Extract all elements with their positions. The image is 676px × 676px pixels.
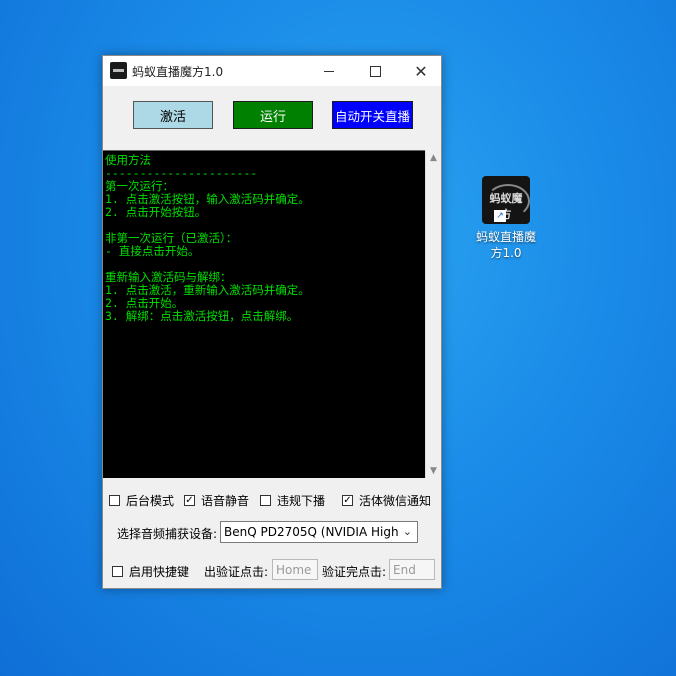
start-key-label: 出验证点击:	[204, 565, 269, 579]
desktop-icon-label: 蚂蚁直播魔 方1.0	[470, 229, 542, 261]
activate-button[interactable]: 激活	[133, 101, 213, 129]
option-liveness-wechat-notify[interactable]: ✓ 活体微信通知	[342, 492, 431, 509]
close-icon: ✕	[414, 61, 428, 81]
option-label: 后台模式	[126, 494, 175, 508]
close-button[interactable]: ✕	[398, 56, 444, 86]
app-shortcut-image: 蚂蚁魔方 ↗	[482, 176, 530, 224]
audio-device-label: 选择音频捕获设备:	[117, 527, 218, 541]
end-key-placeholder: End	[393, 562, 416, 577]
option-background-mode[interactable]: 后台模式	[109, 492, 174, 509]
checkbox-liveness-wechat-notify[interactable]: ✓	[342, 495, 353, 506]
title-bar[interactable]: 蚂蚁直播魔方1.0 ✕	[103, 56, 441, 86]
checkbox-violation-stop[interactable]	[260, 495, 271, 506]
checkbox-voice-mute[interactable]: ✓	[184, 495, 195, 506]
audio-device-select[interactable]: BenQ PD2705Q (NVIDIA High ⌄	[220, 521, 418, 543]
option-violation-stop[interactable]: 违规下播	[260, 492, 325, 509]
minimize-icon	[324, 70, 334, 72]
start-key-placeholder: Home	[276, 562, 312, 577]
start-key-field[interactable]: Home	[272, 559, 318, 580]
maximize-button[interactable]	[352, 56, 398, 86]
desktop-icon-label-line2: 方1.0	[490, 246, 522, 260]
app-icon	[110, 62, 127, 79]
desktop-icon-label-line1: 蚂蚁直播魔	[475, 230, 536, 244]
hotkey-label: 启用快捷键	[129, 565, 190, 579]
option-voice-mute[interactable]: ✓ 语音静音	[184, 492, 249, 509]
auto-live-toggle-button[interactable]: 自动开关直播	[332, 101, 413, 129]
scroll-up-icon[interactable]: ▲	[426, 150, 441, 165]
audio-device-value: BenQ PD2705Q (NVIDIA High	[224, 525, 399, 539]
option-label: 语音静音	[201, 494, 250, 508]
scroll-down-icon[interactable]: ▼	[426, 463, 441, 478]
shortcut-arrow-icon: ↗	[494, 210, 506, 222]
run-button[interactable]: 运行	[233, 101, 313, 129]
end-key-field[interactable]: End	[389, 559, 435, 580]
checkbox-hotkey[interactable]	[112, 566, 123, 577]
chevron-down-icon: ⌄	[402, 525, 412, 538]
end-key-label: 验证完点击:	[322, 565, 387, 579]
console-line: 3. 解绑：点击激活按钮，点击解绑。	[105, 309, 299, 323]
app-window: 蚂蚁直播魔方1.0 ✕ 激活 运行 自动开关直播 使用方法 -----------…	[102, 55, 442, 589]
option-hotkey[interactable]: 启用快捷键	[112, 563, 189, 580]
console-scrollbar[interactable]: ▲ ▼	[425, 150, 441, 478]
option-label: 活体微信通知	[359, 494, 432, 508]
maximize-icon	[369, 65, 381, 77]
console-line: - 直接点击开始。	[105, 244, 200, 258]
logo-text: 蚂蚁魔方	[489, 192, 523, 221]
log-console[interactable]: 使用方法 ---------------------- 第一次运行： 1. 点击激活按…	[103, 150, 425, 478]
window-title: 蚂蚁直播魔方1.0	[132, 65, 224, 79]
checkbox-background-mode[interactable]	[109, 495, 120, 506]
minimize-button[interactable]	[306, 56, 352, 86]
console-line: 2. 点击开始按钮。	[105, 205, 207, 219]
option-label: 违规下播	[277, 494, 326, 508]
